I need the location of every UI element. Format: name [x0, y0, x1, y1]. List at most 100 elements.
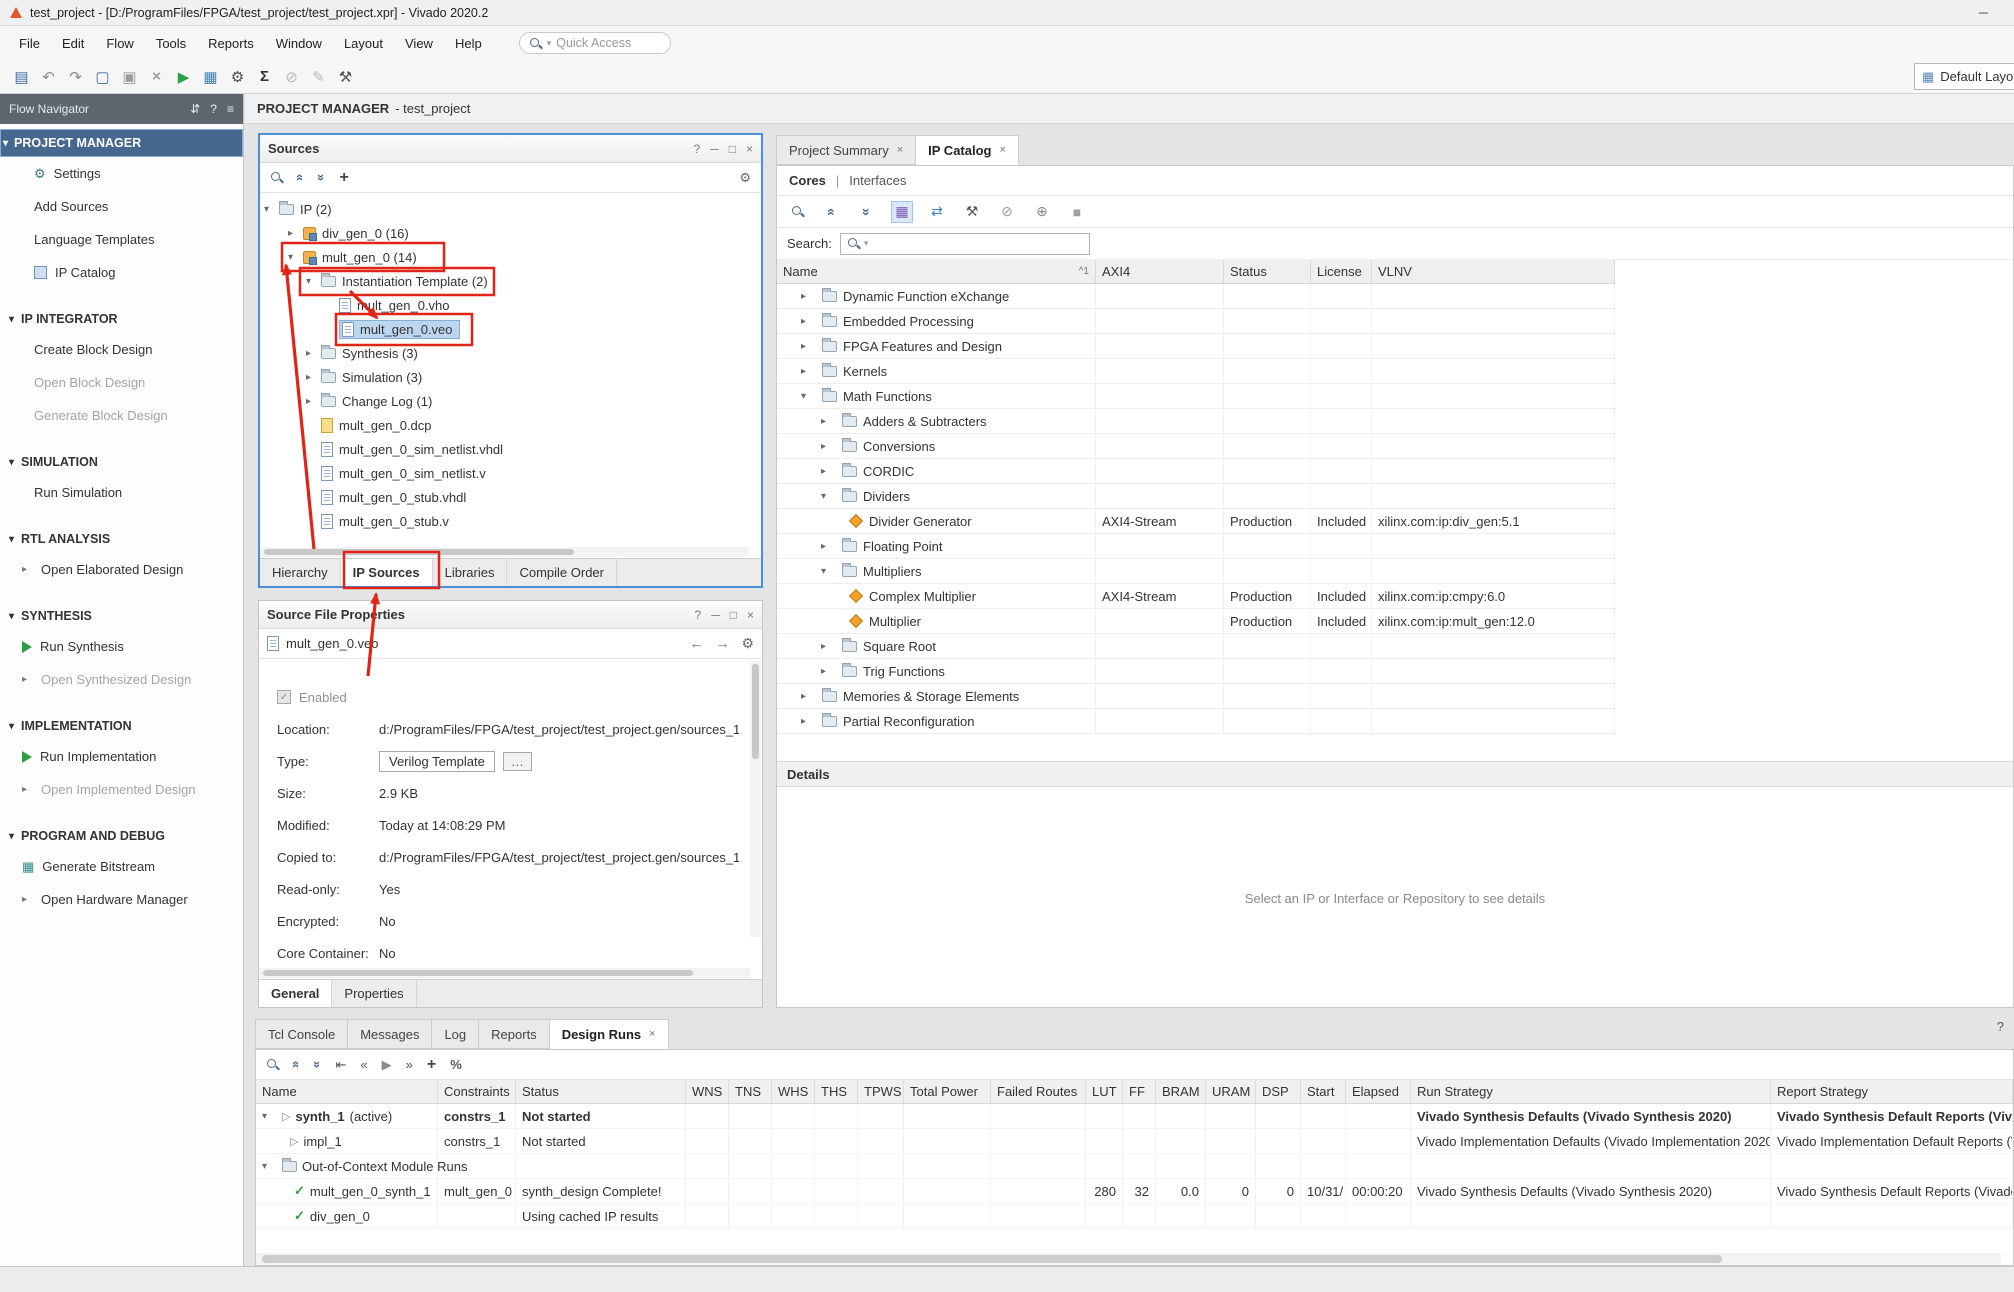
percent-icon[interactable]: %	[450, 1057, 462, 1072]
run-steps-button[interactable]: ▦	[197, 64, 224, 90]
save-button[interactable]: ▤	[8, 64, 35, 90]
link-button[interactable]: ⊘	[278, 64, 305, 90]
search-icon[interactable]	[791, 205, 804, 218]
skip-to-start-icon[interactable]: ⇤	[335, 1057, 346, 1073]
selected-tree-item[interactable]: mult_gen_0.veo	[339, 320, 460, 339]
column-axi4[interactable]: AXI4	[1096, 260, 1224, 283]
play-icon[interactable]: ▶	[382, 1057, 392, 1073]
tab-properties[interactable]: Properties	[332, 980, 416, 1007]
tab-tcl-console[interactable]: Tcl Console	[255, 1019, 348, 1049]
chevron-right-icon[interactable]: ▸	[306, 372, 321, 383]
table-row-complex-multiplier[interactable]: Complex Multiplier AXI4-Stream Productio…	[777, 584, 1614, 609]
sidebar-item-create-block-design[interactable]: Create Block Design	[0, 333, 243, 366]
chevron-right-icon[interactable]: ▸	[288, 228, 303, 239]
table-row-mult-gen-0-synth-1[interactable]: ✓mult_gen_0_synth_1 mult_gen_0 synth_des…	[256, 1179, 2013, 1204]
link-icon[interactable]: ⊘	[996, 201, 1018, 223]
menu-window[interactable]: Window	[265, 26, 333, 60]
help-icon[interactable]: ?	[210, 102, 217, 116]
column-constraints[interactable]: Constraints	[438, 1080, 516, 1103]
tree-item-sim-netlist-vhdl[interactable]: mult_gen_0_sim_netlist.vhdl	[260, 437, 761, 461]
tab-libraries[interactable]: Libraries	[433, 559, 508, 586]
step-forward-icon[interactable]: »	[406, 1057, 413, 1072]
table-row[interactable]: ▾Dividers	[777, 484, 1614, 509]
chevron-down-icon[interactable]: ▾	[821, 566, 836, 577]
column-failed-routes[interactable]: Failed Routes	[991, 1080, 1086, 1103]
chevron-right-icon[interactable]: ▸	[821, 441, 836, 452]
step-back-icon[interactable]: «	[360, 1057, 367, 1072]
close-icon[interactable]: ×	[746, 142, 753, 156]
column-start[interactable]: Start	[1301, 1080, 1346, 1103]
tree-item-instantiation-template[interactable]: ▾ Instantiation Template (2)	[260, 269, 761, 293]
table-row[interactable]: ▾Multipliers	[777, 559, 1614, 584]
redo-button[interactable]: ↷	[62, 64, 89, 90]
chevron-down-icon[interactable]: ▾	[264, 204, 279, 215]
column-dsp[interactable]: DSP	[1256, 1080, 1301, 1103]
column-status[interactable]: Status	[1224, 260, 1311, 283]
tree-item-change-log[interactable]: ▸ Change Log (1)	[260, 389, 761, 413]
sidebar-item-ip-catalog[interactable]: IP Catalog	[0, 256, 243, 289]
tree-item-mult-gen-0-dcp[interactable]: mult_gen_0.dcp	[260, 413, 761, 437]
table-row[interactable]: ▸Floating Point	[777, 534, 1614, 559]
gear-icon[interactable]: ⚙	[741, 635, 754, 652]
subnav-cores[interactable]: Cores	[789, 173, 826, 188]
group-by-category-icon[interactable]: ▦	[891, 201, 913, 223]
table-row[interactable]: ▸Conversions	[777, 434, 1614, 459]
tools-wrench-button[interactable]: ⚒	[332, 64, 359, 90]
collapse-panel-icon[interactable]: ⇵	[190, 102, 200, 116]
search-icon[interactable]	[266, 1058, 279, 1071]
tree-item-synthesis[interactable]: ▸ Synthesis (3)	[260, 341, 761, 365]
sidebar-section-implementation[interactable]: ▾ IMPLEMENTATION	[0, 712, 243, 740]
layout-selector[interactable]: ▦ Default Layout	[1914, 63, 2014, 90]
float-icon[interactable]: □	[729, 142, 736, 156]
sidebar-item-generate-block-design[interactable]: Generate Block Design	[0, 399, 243, 432]
sidebar-section-simulation[interactable]: ▾ SIMULATION	[0, 448, 243, 476]
column-vlnv[interactable]: VLNV	[1372, 260, 1615, 283]
chevron-right-icon[interactable]: ▸	[821, 541, 836, 552]
copy-button[interactable]: ▣	[116, 64, 143, 90]
chevron-down-icon[interactable]: ▾	[262, 1161, 277, 1172]
sidebar-item-generate-bitstream[interactable]: ▦ Generate Bitstream	[0, 850, 243, 883]
table-row[interactable]: ▸Adders & Subtracters	[777, 409, 1614, 434]
sidebar-item-add-sources[interactable]: Add Sources	[0, 190, 243, 223]
chevron-right-icon[interactable]: ▸	[801, 366, 816, 377]
column-wns[interactable]: WNS	[686, 1080, 729, 1103]
sidebar-section-ip-integrator[interactable]: ▾ IP INTEGRATOR	[0, 305, 243, 333]
sidebar-item-settings[interactable]: ⚙ Settings	[0, 157, 243, 190]
menu-layout[interactable]: Layout	[333, 26, 394, 60]
table-row[interactable]: ▸Memories & Storage Elements	[777, 684, 1614, 709]
subnav-interfaces[interactable]: Interfaces	[849, 173, 906, 188]
enabled-checkbox[interactable]: ✓	[277, 690, 291, 704]
tree-item-sim-netlist-v[interactable]: mult_gen_0_sim_netlist.v	[260, 461, 761, 485]
sum-reports-button[interactable]: Σ	[251, 64, 278, 90]
sidebar-item-language-templates[interactable]: Language Templates	[0, 223, 243, 256]
column-bram[interactable]: BRAM	[1156, 1080, 1206, 1103]
table-row[interactable]: ▸CORDIC	[777, 459, 1614, 484]
sidebar-item-run-synthesis[interactable]: Run Synthesis	[0, 630, 243, 663]
table-row[interactable]: ▸Kernels	[777, 359, 1614, 384]
chevron-right-icon[interactable]: ▸	[801, 291, 816, 302]
chevron-right-icon[interactable]: ▸	[306, 348, 321, 359]
column-run-strategy[interactable]: Run Strategy	[1411, 1080, 1771, 1103]
chevron-right-icon[interactable]: ▸	[801, 316, 816, 327]
column-license[interactable]: License	[1311, 260, 1372, 283]
table-row-ooc-group[interactable]: ▾Out-of-Context Module Runs	[256, 1154, 2013, 1179]
sidebar-section-program-and-debug[interactable]: ▾ PROGRAM AND DEBUG	[0, 822, 243, 850]
add-sources-icon[interactable]: +	[339, 169, 348, 187]
column-ff[interactable]: FF	[1123, 1080, 1156, 1103]
column-lut[interactable]: LUT	[1086, 1080, 1123, 1103]
tree-item-mult-gen-0[interactable]: ▾ mult_gen_0 (14)	[260, 245, 761, 269]
sidebar-section-synthesis[interactable]: ▾ SYNTHESIS	[0, 602, 243, 630]
delete-button[interactable]: ×	[143, 64, 170, 90]
chevron-right-icon[interactable]: ▸	[821, 466, 836, 477]
help-icon[interactable]: ?	[1997, 1019, 2014, 1049]
column-name[interactable]: Name ^1	[777, 260, 1096, 283]
menu-edit[interactable]: Edit	[51, 26, 95, 60]
search-input[interactable]: ▾	[840, 233, 1090, 255]
sidebar-section-project-manager[interactable]: ▾ PROJECT MANAGER	[0, 129, 243, 157]
run-button[interactable]: ▶	[170, 64, 197, 90]
sidebar-item-open-implemented-design[interactable]: ▸ Open Implemented Design	[0, 773, 243, 806]
tree-item-ip[interactable]: ▾ IP (2)	[260, 197, 761, 221]
forward-icon[interactable]: →	[715, 635, 729, 652]
column-name[interactable]: Name	[256, 1080, 438, 1103]
column-uram[interactable]: URAM	[1206, 1080, 1256, 1103]
